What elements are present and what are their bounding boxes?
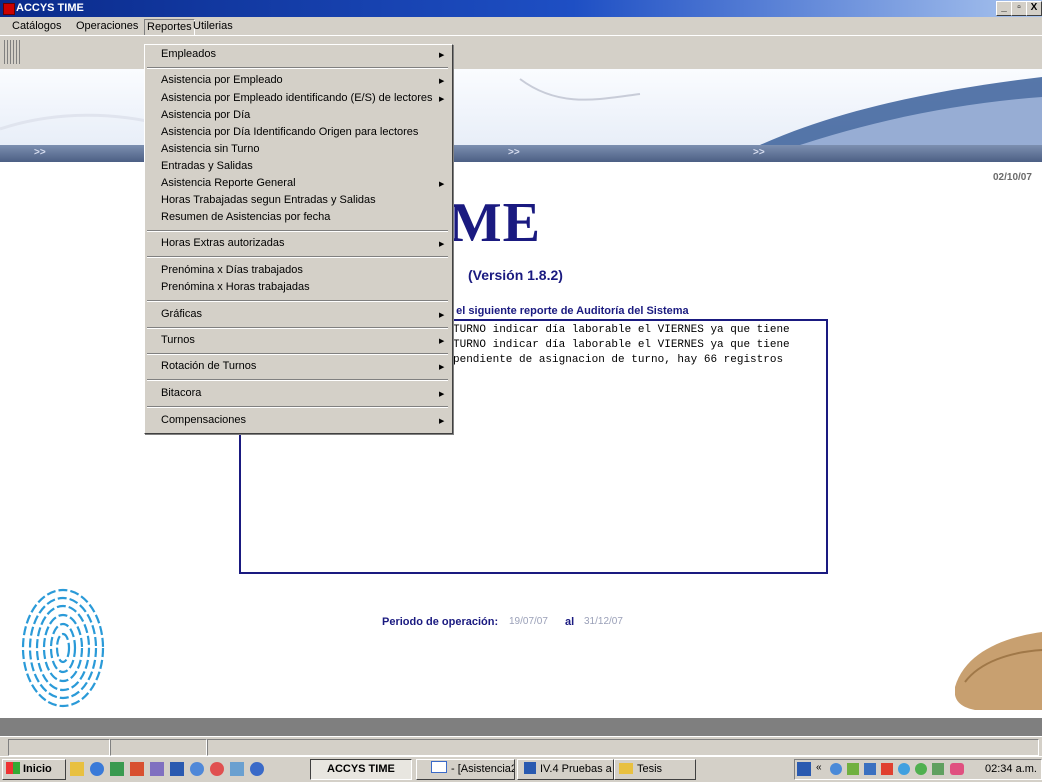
version-label: (Versión 1.8.2) xyxy=(468,267,563,283)
media-icon[interactable] xyxy=(250,762,264,776)
period-end: 31/12/07 xyxy=(584,616,623,627)
clock[interactable]: 02:34 a.m. xyxy=(985,763,1037,775)
menu-item-asistencia-reporte-general[interactable]: Asistencia Reporte General xyxy=(161,177,296,189)
task-accys-time[interactable]: ACCYS TIME xyxy=(310,759,412,780)
folder-icon xyxy=(619,763,633,774)
publisher-icon[interactable] xyxy=(150,762,164,776)
menu-separator xyxy=(147,406,448,408)
current-date: 02/10/07 xyxy=(993,172,1032,183)
menu-separator xyxy=(147,256,448,258)
submenu-arrow-icon: ▶ xyxy=(439,181,445,188)
audit-line: pendiente de asignacion de turno, hay 66… xyxy=(453,354,784,366)
app-icon-red[interactable] xyxy=(210,762,224,776)
menu-item-prenomina-horas[interactable]: Prenómina x Horas trabajadas xyxy=(161,281,310,293)
window-icon xyxy=(431,761,447,773)
menu-operaciones[interactable]: Operaciones xyxy=(74,19,140,34)
submenu-arrow-icon: ▶ xyxy=(439,312,445,319)
menu-item-compensaciones[interactable]: Compensaciones xyxy=(161,414,246,426)
app-icon-blue[interactable] xyxy=(230,762,244,776)
status-cell xyxy=(8,739,110,756)
submenu-arrow-icon: ▶ xyxy=(439,391,445,398)
menu-item-turnos[interactable]: Turnos xyxy=(161,334,195,346)
maximize-button[interactable]: ▫ xyxy=(1011,1,1027,16)
tray-icon-3[interactable] xyxy=(864,763,876,775)
word-icon[interactable] xyxy=(170,762,184,776)
tray-icon-8[interactable] xyxy=(950,763,964,775)
period-start: 19/07/07 xyxy=(509,616,548,627)
menu-item-asistencia-sin-turno[interactable]: Asistencia sin Turno xyxy=(161,143,259,155)
start-button[interactable]: Inicio xyxy=(2,759,66,780)
app-icon[interactable] xyxy=(3,3,15,15)
tray-icon-2[interactable] xyxy=(847,763,859,775)
menu-item-resumen-asistencias[interactable]: Resumen de Asistencias por fecha xyxy=(161,211,330,223)
status-cell xyxy=(110,739,207,756)
menu-catalogos[interactable]: Catálogos xyxy=(10,19,64,34)
menu-separator xyxy=(147,353,448,355)
menu-item-horas-trabajadas[interactable]: Horas Trabajadas segun Entradas y Salida… xyxy=(161,194,376,206)
menu-separator xyxy=(147,379,448,381)
menu-item-horas-extras[interactable]: Horas Extras autorizadas xyxy=(161,237,285,249)
nav-arrow-2[interactable]: >> xyxy=(508,147,520,158)
language-icon[interactable] xyxy=(797,762,811,776)
menu-reportes[interactable]: Reportes xyxy=(144,19,195,36)
menu-item-entradas-salidas[interactable]: Entradas y Salidas xyxy=(161,160,253,172)
audit-heading: e el siguiente reporte de Auditoría del … xyxy=(447,305,689,317)
menu-item-asistencia-dia-origen[interactable]: Asistencia por Día Identificando Origen … xyxy=(161,126,418,138)
tray-icon-1[interactable] xyxy=(830,763,842,775)
status-strip xyxy=(0,718,1042,736)
submenu-arrow-icon: ▶ xyxy=(439,52,445,59)
nav-arrow-1[interactable]: >> xyxy=(34,147,46,158)
submenu-arrow-icon: ▶ xyxy=(439,418,445,425)
tray-icon-4[interactable] xyxy=(881,763,893,775)
menu-utilerias[interactable]: Utilerias xyxy=(191,19,235,34)
tray-icon-6[interactable] xyxy=(915,763,927,775)
period-al-label: al xyxy=(565,616,575,628)
status-cell xyxy=(207,739,1039,756)
windows-logo-icon xyxy=(6,762,20,774)
powerpoint-icon[interactable] xyxy=(130,762,144,776)
finger-image xyxy=(955,632,1042,710)
word-doc-icon xyxy=(524,762,536,774)
toolbar-grip[interactable] xyxy=(4,40,20,64)
task-tesis[interactable]: Tesis xyxy=(614,759,696,780)
menu-item-rotacion-turnos[interactable]: Rotación de Turnos xyxy=(161,360,256,372)
submenu-arrow-icon: ▶ xyxy=(439,78,445,85)
tray-icon-5[interactable] xyxy=(898,763,910,775)
menu-separator xyxy=(147,327,448,329)
period-label: Periodo de operación: xyxy=(382,616,499,628)
menu-item-asistencia-dia[interactable]: Asistencia por Día xyxy=(161,109,250,121)
folder-icon[interactable] xyxy=(70,762,84,776)
menu-item-empleados[interactable]: Empleados xyxy=(161,48,216,60)
menu-item-asistencia-empleado[interactable]: Asistencia por Empleado xyxy=(161,74,283,86)
tray-expand-icon[interactable]: « xyxy=(816,762,822,773)
menu-separator xyxy=(147,230,448,232)
ie-icon[interactable] xyxy=(90,762,104,776)
title-bar xyxy=(0,0,1042,17)
menu-item-graficas[interactable]: Gráficas xyxy=(161,308,202,320)
minimize-button[interactable]: _ xyxy=(996,1,1012,16)
browser-icon[interactable] xyxy=(190,762,204,776)
close-button[interactable]: X xyxy=(1026,1,1042,16)
submenu-arrow-icon: ▶ xyxy=(439,338,445,345)
menu-item-asistencia-empleado-lectores[interactable]: Asistencia por Empleado identificando (E… xyxy=(161,92,432,104)
nav-arrow-3[interactable]: >> xyxy=(753,147,765,158)
submenu-arrow-icon: ▶ xyxy=(439,241,445,248)
fingerprint-icon xyxy=(21,588,105,708)
audit-line: TURNO indicar día laborable el VIERNES y… xyxy=(453,339,790,351)
menu-item-prenomina-dias[interactable]: Prenómina x Días trabajados xyxy=(161,264,303,276)
task-pruebas[interactable]: IV.4 Pruebas a ... xyxy=(517,759,614,780)
task-asistencia[interactable]: - [Asistencia2x... xyxy=(416,759,515,780)
submenu-arrow-icon: ▶ xyxy=(439,96,445,103)
excel-icon[interactable] xyxy=(110,762,124,776)
start-label: Inicio xyxy=(23,763,52,775)
menu-separator xyxy=(147,67,448,69)
menu-separator xyxy=(147,300,448,302)
submenu-arrow-icon: ▶ xyxy=(439,364,445,371)
tray-icon-7[interactable] xyxy=(932,763,944,775)
audit-line: TURNO indicar día laborable el VIERNES y… xyxy=(453,324,790,336)
menu-item-bitacora[interactable]: Bitacora xyxy=(161,387,201,399)
window-title: ACCYS TIME xyxy=(16,2,84,14)
